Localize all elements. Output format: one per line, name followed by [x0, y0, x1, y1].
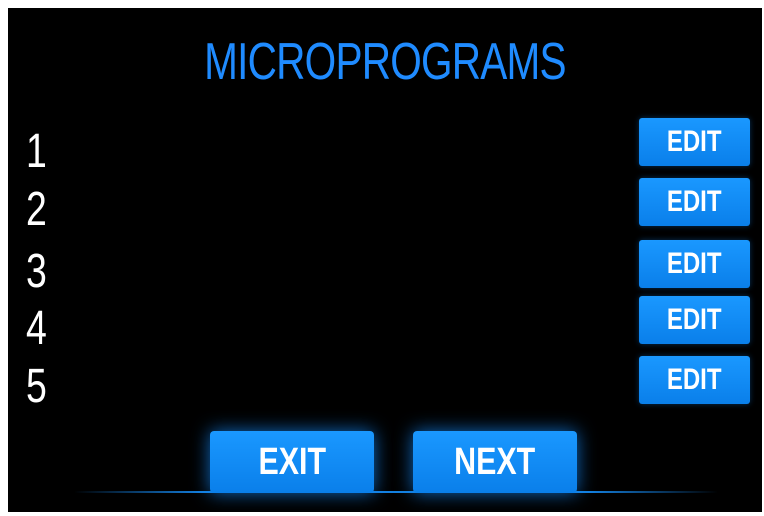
next-button[interactable]: NEXT: [413, 431, 577, 493]
edit-button-4[interactable]: EDIT: [639, 296, 750, 344]
exit-button-label: EXIT: [258, 441, 326, 483]
edit-button-5[interactable]: EDIT: [639, 356, 750, 404]
edit-button-3[interactable]: EDIT: [639, 240, 750, 288]
next-button-label: NEXT: [454, 441, 536, 483]
row-number-5: 5: [26, 360, 47, 413]
microprograms-screen: MICROPROGRAMS 1 2 3 4 5 EDIT EDIT EDIT E…: [8, 8, 762, 512]
edit-button-2[interactable]: EDIT: [639, 178, 750, 226]
edit-button-label: EDIT: [667, 303, 722, 336]
row-number-1: 1: [26, 125, 47, 178]
bottom-divider: [74, 491, 718, 493]
edit-button-1[interactable]: EDIT: [639, 118, 750, 166]
row-number-3: 3: [26, 245, 47, 298]
page-title: MICROPROGRAMS: [204, 33, 566, 91]
edit-button-label: EDIT: [667, 185, 722, 218]
row-number-2: 2: [26, 183, 47, 236]
exit-button[interactable]: EXIT: [210, 431, 374, 493]
edit-button-label: EDIT: [667, 125, 722, 158]
edit-button-label: EDIT: [667, 247, 722, 280]
row-number-4: 4: [26, 302, 47, 355]
edit-button-label: EDIT: [667, 363, 722, 396]
